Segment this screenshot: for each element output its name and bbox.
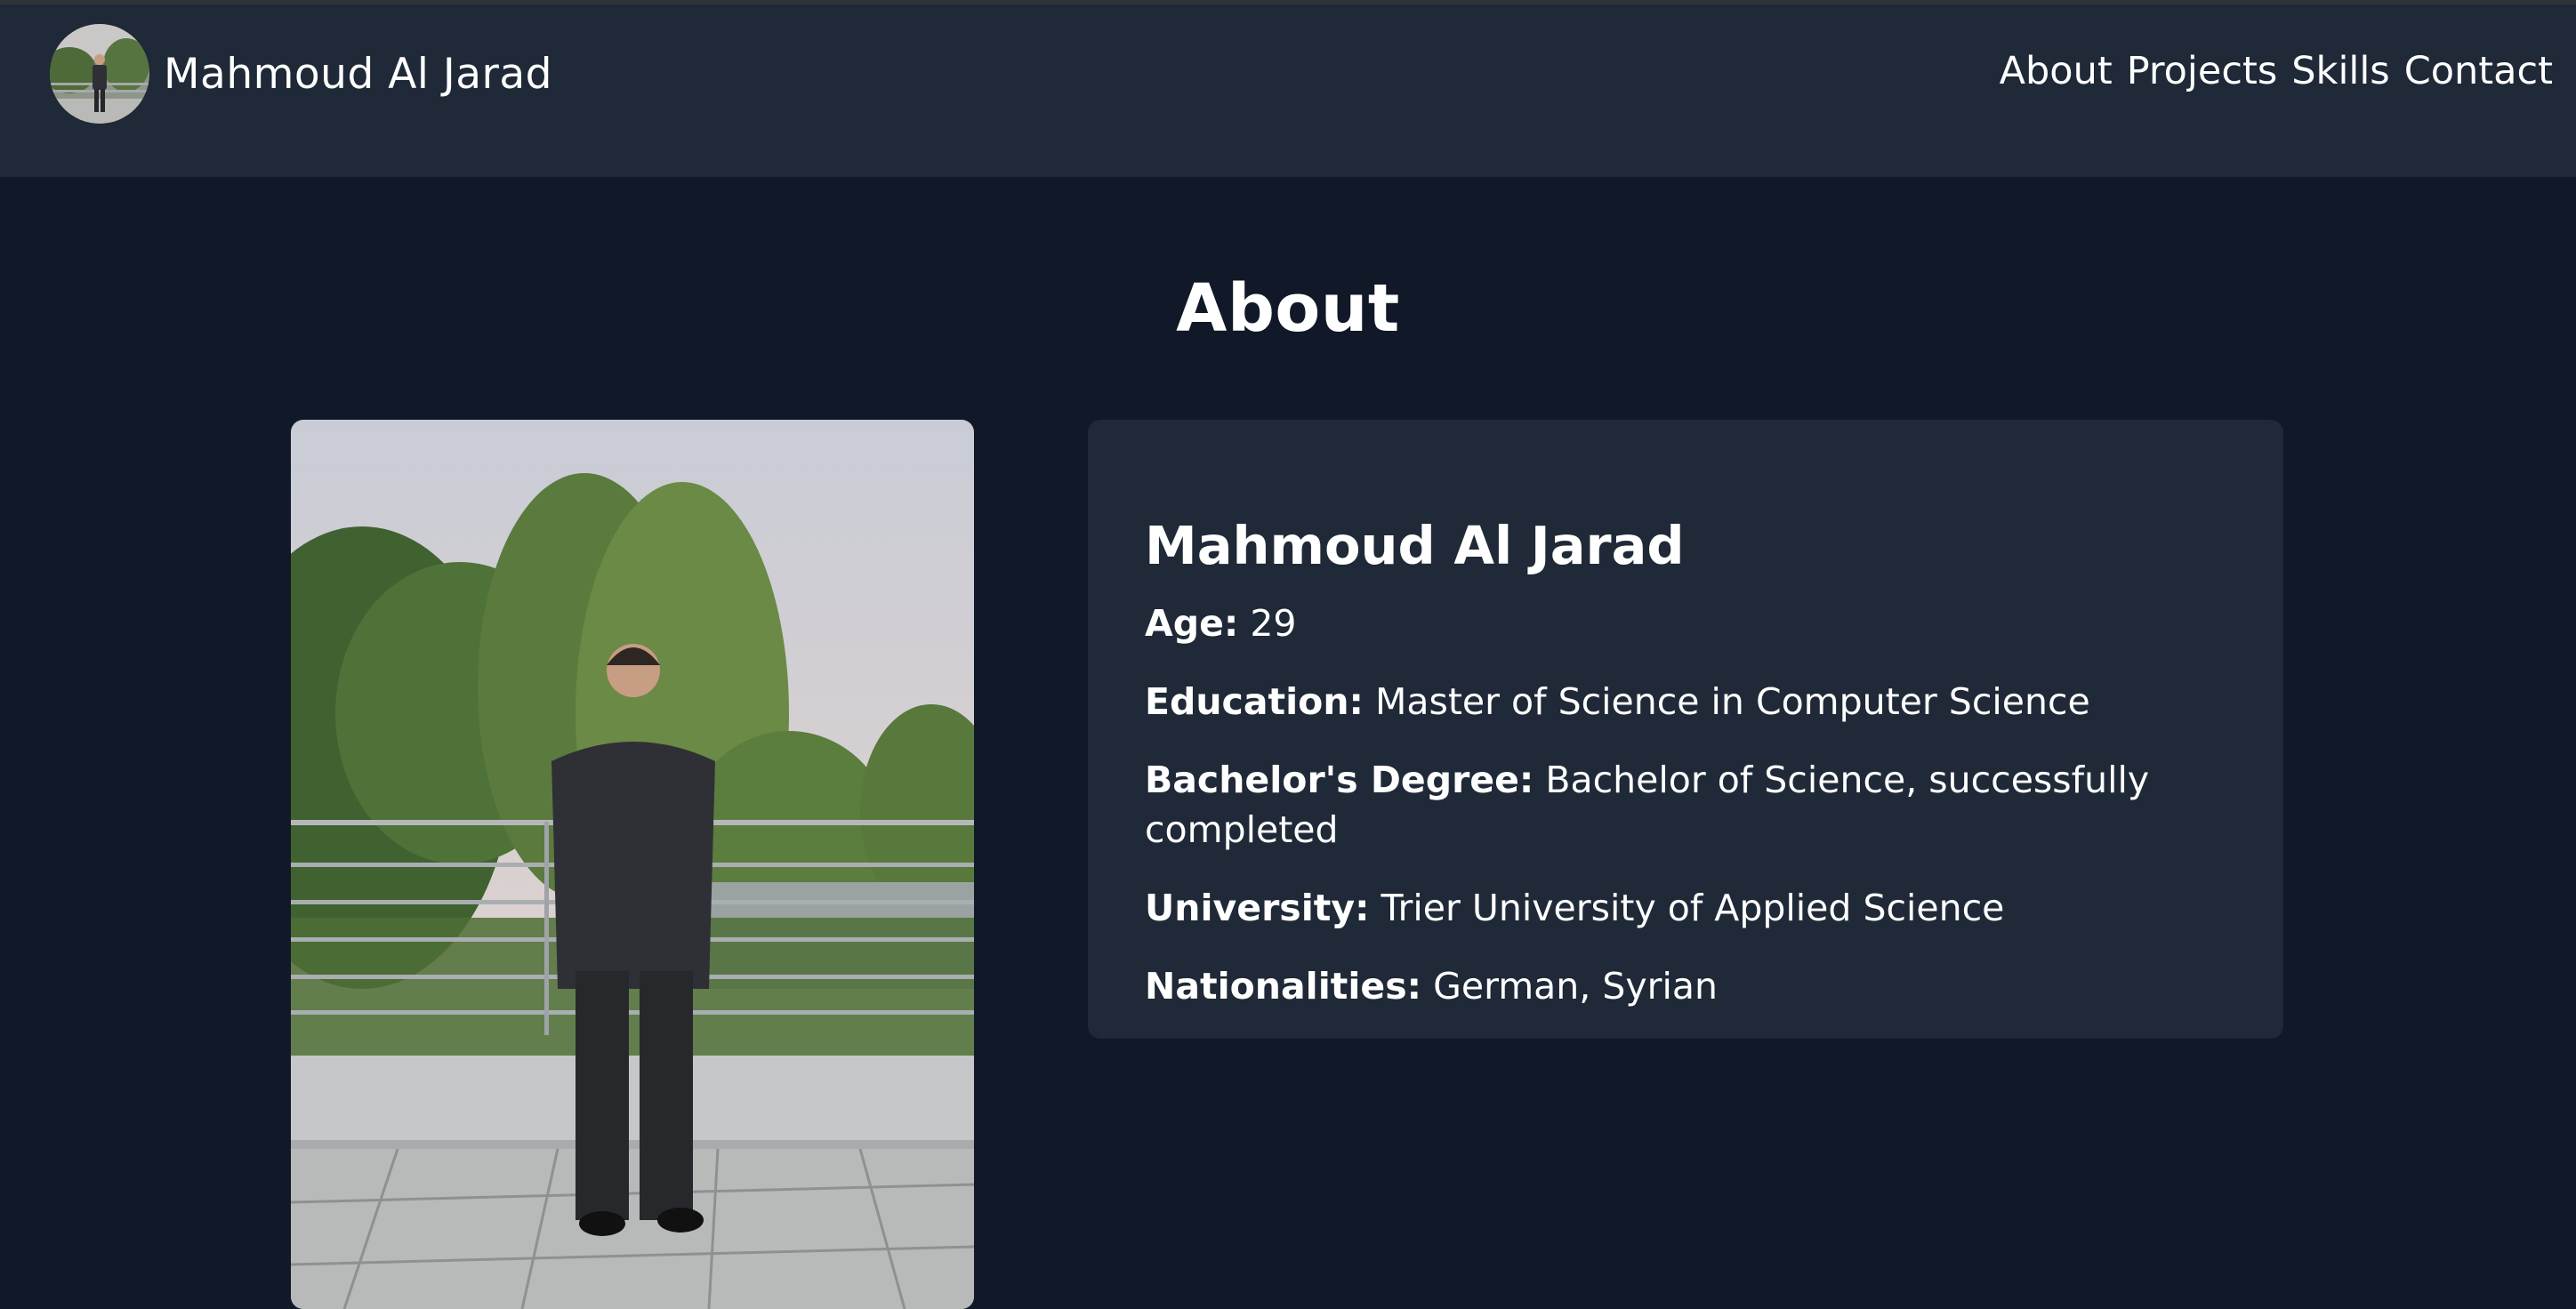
nationalities-value: German, Syrian <box>1433 965 1718 1008</box>
about-name: Mahmoud Al Jarad <box>1145 514 1685 576</box>
nav-link-about[interactable]: About <box>2000 49 2113 93</box>
nationalities-label: Nationalities: <box>1145 965 1422 1008</box>
university-label: University: <box>1145 887 1370 929</box>
nationalities-row: Nationalities: German, Syrian <box>1145 961 2194 1011</box>
main-nav: About Projects Skills Contact <box>2000 49 2553 93</box>
brand[interactable]: Mahmoud Al Jarad <box>50 22 552 125</box>
navbar: Mahmoud Al Jarad About Projects Skills C… <box>0 4 2576 177</box>
age-value: 29 <box>1250 602 1297 645</box>
profile-photo-image <box>291 420 974 1309</box>
avatar-image <box>50 24 149 124</box>
university-row: University: Trier University of Applied … <box>1145 883 2194 933</box>
bachelor-row: Bachelor's Degree: Bachelor of Science, … <box>1145 755 2194 855</box>
age-label: Age: <box>1145 602 1239 645</box>
avatar <box>50 24 149 124</box>
nav-link-skills[interactable]: Skills <box>2291 49 2389 93</box>
bachelor-label: Bachelor's Degree: <box>1145 759 1534 801</box>
nav-link-contact[interactable]: Contact <box>2404 49 2553 93</box>
education-row: Education: Master of Science in Computer… <box>1145 677 2194 727</box>
university-value: Trier University of Applied Science <box>1381 887 2005 929</box>
education-value: Master of Science in Computer Science <box>1374 680 2090 723</box>
age-row: Age: 29 <box>1145 598 2194 648</box>
nav-link-projects[interactable]: Projects <box>2127 49 2278 93</box>
education-label: Education: <box>1145 680 1364 723</box>
profile-photo <box>291 420 974 1309</box>
about-section-title: About <box>1176 269 1400 347</box>
brand-name: Mahmoud Al Jarad <box>164 49 553 99</box>
about-card: Mahmoud Al Jarad Age: 29 Education: Mast… <box>1088 420 2283 1039</box>
